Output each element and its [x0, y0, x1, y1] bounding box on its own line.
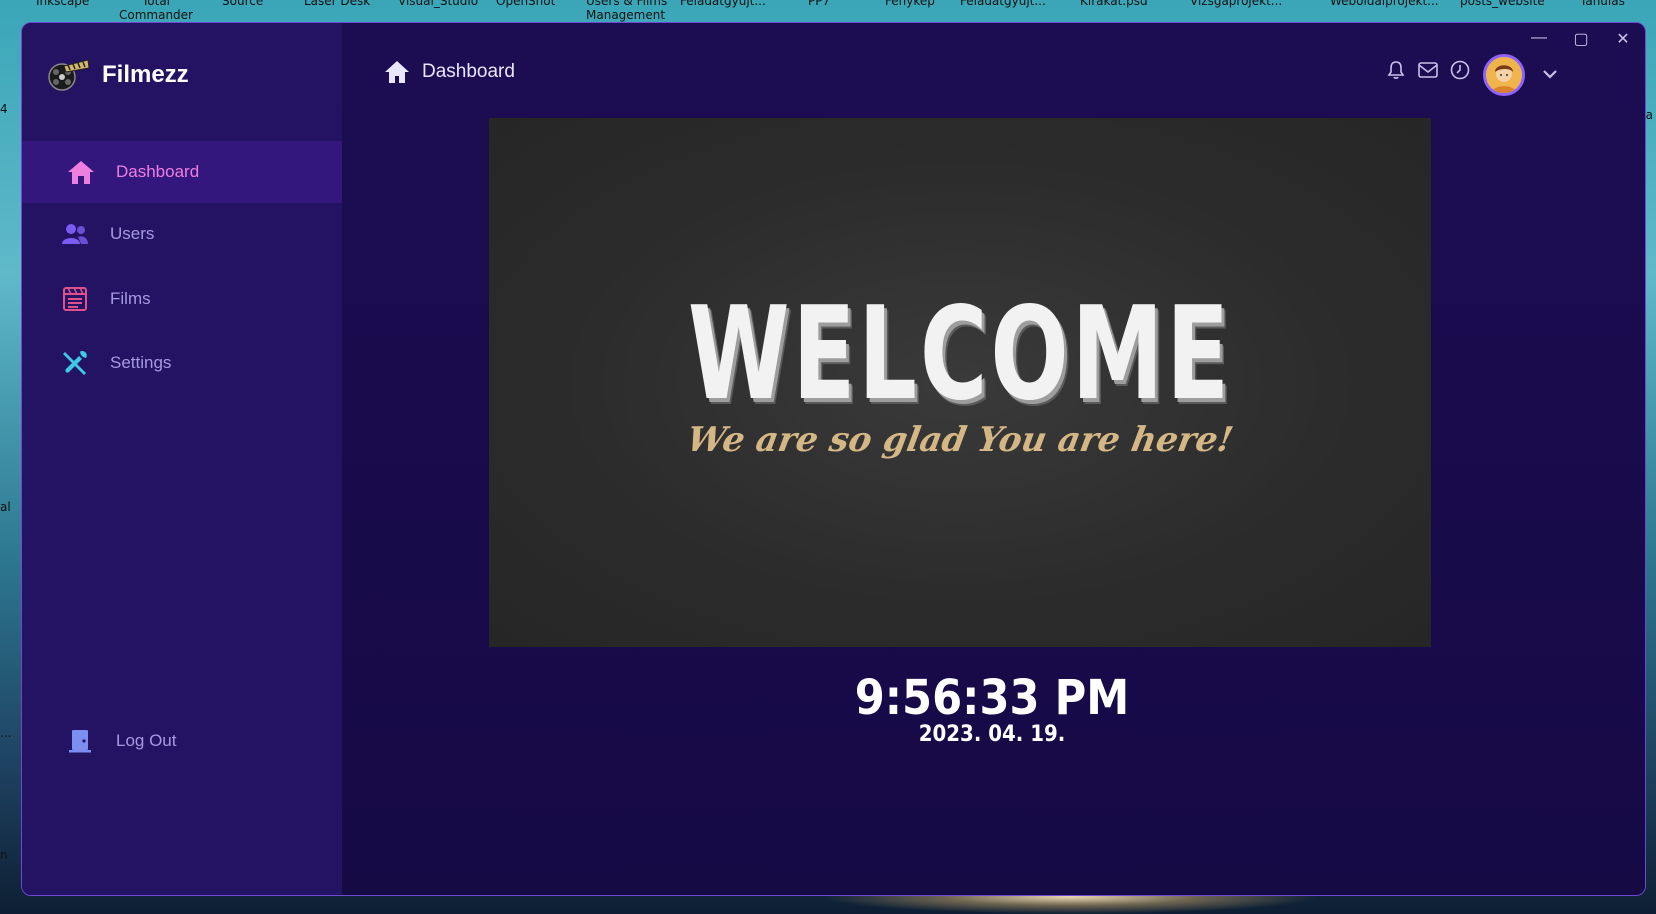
desktop-label[interactable]: Inkscape: [36, 0, 89, 8]
tools-icon: [60, 348, 90, 378]
desktop-side-label: ...: [0, 726, 12, 740]
clock-time: 9:56:33 PM: [854, 670, 1130, 726]
logout-label: Log Out: [116, 731, 177, 750]
desktop-label[interactable]: Users & Films Management: [586, 0, 682, 22]
home-icon: [385, 61, 409, 83]
banner-subtitle: We are so glad You are here!: [683, 420, 1237, 460]
welcome-banner: WELCOME We are so glad You are here!: [489, 118, 1431, 647]
header-toolbar: [1385, 59, 1471, 81]
film-reel-logo-icon: [48, 59, 90, 91]
bell-icon[interactable]: [1385, 59, 1407, 81]
desktop-label[interactable]: Visual_Studio: [398, 0, 478, 8]
desktop-icon-labels: Inkscape Total Commander Source Laser De…: [0, 0, 1656, 24]
clock-date: 2023. 04. 19.: [918, 722, 1066, 747]
sidebar-item-settings[interactable]: Settings: [22, 332, 342, 394]
desktop-label[interactable]: Total Commander: [116, 0, 196, 22]
desktop-label[interactable]: Feladatgyűjt...: [960, 0, 1046, 8]
film-list-icon: [60, 284, 90, 314]
desktop-side-label: al: [0, 500, 11, 514]
maximize-button[interactable]: ▢: [1573, 29, 1589, 49]
desktop-label[interactable]: Source: [222, 0, 263, 8]
avatar[interactable]: [1483, 54, 1525, 96]
main-content: — ▢ ✕ Dashboard WELCOME We are so glad Y…: [342, 23, 1645, 895]
sidebar-item-label: Dashboard: [116, 162, 200, 181]
sidebar-item-dashboard[interactable]: Dashboard: [22, 141, 342, 203]
desktop-label[interactable]: Tanulás: [1580, 0, 1625, 8]
sidebar-item-label: Settings: [110, 353, 172, 372]
desktop-label[interactable]: Vizsgaprojekt...: [1190, 0, 1282, 8]
desktop-label[interactable]: Weboldalprojekt...: [1330, 0, 1439, 8]
desktop-label[interactable]: Fénykép: [885, 0, 935, 8]
clock-icon[interactable]: [1449, 59, 1471, 81]
close-button[interactable]: ✕: [1615, 29, 1631, 49]
desktop-label[interactable]: posts_website: [1460, 0, 1545, 8]
banner-title: WELCOME: [687, 280, 1233, 429]
sidebar-item-users[interactable]: Users: [22, 203, 342, 265]
app-window: Filmezz Dashboard Users Films Settings L…: [21, 22, 1646, 896]
home-icon: [66, 157, 96, 187]
sidebar-item-label: Users: [110, 224, 155, 243]
sidebar-item-films[interactable]: Films: [22, 268, 342, 330]
page-title-text: Dashboard: [422, 61, 515, 82]
door-icon: [66, 727, 94, 755]
desktop-label[interactable]: Laser Desk: [304, 0, 370, 8]
sidebar: Filmezz Dashboard Users Films Settings L…: [22, 23, 342, 895]
brand-name: Filmezz: [102, 61, 189, 88]
chevron-down-icon[interactable]: [1539, 63, 1561, 85]
desktop-label[interactable]: OpenShot: [496, 0, 555, 8]
desktop-label[interactable]: PP7: [808, 0, 830, 8]
page-title: Dashboard: [384, 59, 515, 85]
mail-icon[interactable]: [1417, 59, 1439, 81]
window-controls: — ▢ ✕: [1531, 29, 1631, 49]
desktop-side-label: 4: [0, 102, 8, 116]
user-avatar-icon: [1486, 57, 1522, 93]
digital-clock: 9:56:33 PM 2023. 04. 19.: [737, 673, 1247, 747]
desktop-side-label: n: [0, 848, 8, 862]
sidebar-item-label: Films: [110, 289, 151, 308]
users-icon: [60, 219, 90, 249]
minimize-button[interactable]: —: [1531, 29, 1547, 49]
desktop-label[interactable]: Feladatgyűjt...: [680, 0, 766, 8]
logout-button[interactable]: Log Out: [22, 713, 342, 769]
brand[interactable]: Filmezz: [44, 57, 189, 93]
desktop-label[interactable]: Kirakat.psd: [1080, 0, 1148, 8]
